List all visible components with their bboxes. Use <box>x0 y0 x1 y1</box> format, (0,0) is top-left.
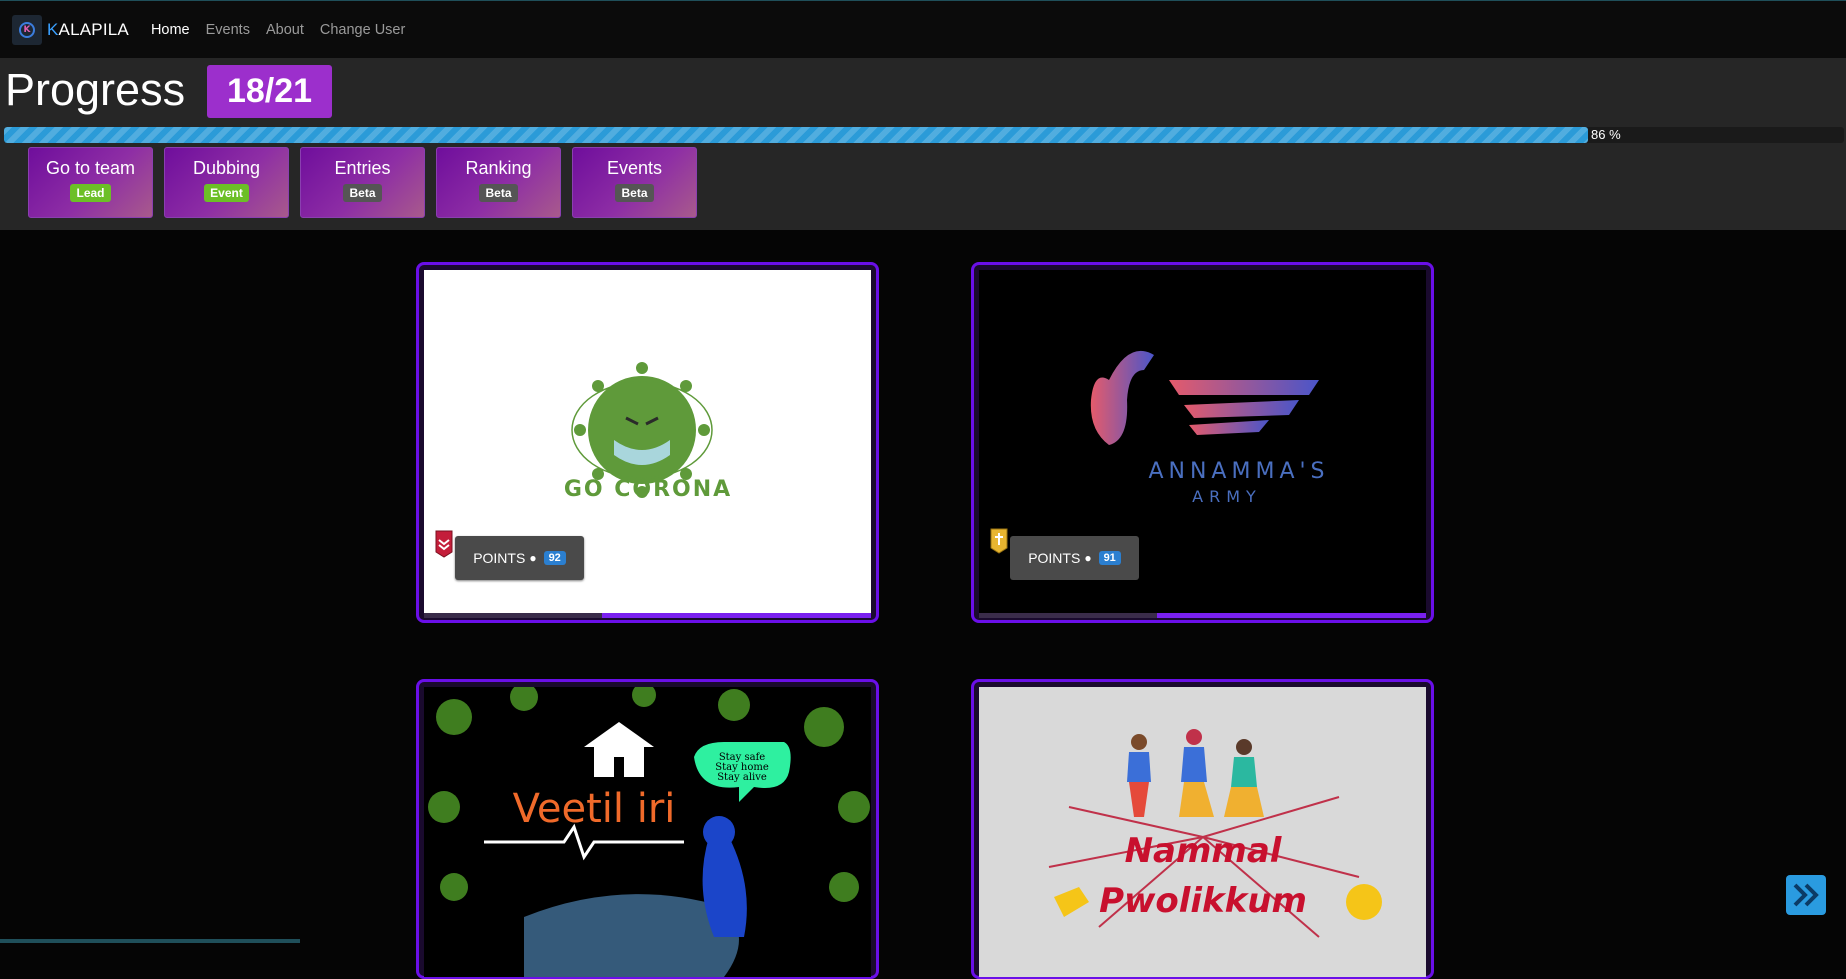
team-card-go-corona[interactable]: GO CORONA POINTS ● 92 <box>416 262 879 623</box>
tab-dubbing[interactable]: Dubbing Event <box>164 147 289 218</box>
tab-label: Go to team <box>45 158 136 178</box>
svg-text:ANNAMMA'S: ANNAMMA'S <box>1148 459 1329 484</box>
team-logo-image: Stay safe Stay home Stay alive Veetil ir… <box>424 687 871 977</box>
next-arrow-button[interactable] <box>1786 875 1826 915</box>
bottom-scroll-indicator <box>0 939 300 943</box>
brand-logo-icon: K <box>12 14 42 45</box>
progress-bar <box>4 127 1844 143</box>
nav-link-change-user[interactable]: Change User <box>320 22 405 38</box>
svg-text:Veetil iri: Veetil iri <box>513 786 676 832</box>
tab-ranking[interactable]: Ranking Beta <box>436 147 561 218</box>
award-icon: ● <box>1084 551 1092 565</box>
progress-count-badge: 18/21 <box>207 65 332 118</box>
tab-badge: Beta <box>615 184 654 202</box>
tab-events[interactable]: Events Beta <box>572 147 697 218</box>
svg-text:ARMY: ARMY <box>1192 487 1262 506</box>
chevron-rank-icon <box>435 530 453 558</box>
progress-title: Progress <box>5 64 186 115</box>
party-emoji-icon <box>1346 884 1382 920</box>
svg-text:Stay alive: Stay alive <box>717 772 767 783</box>
tab-label: Dubbing <box>192 158 261 178</box>
gold-rank-icon <box>990 528 1008 554</box>
award-icon: ● <box>529 551 537 565</box>
svg-text:GO CORONA: GO CORONA <box>564 477 732 502</box>
svg-text:Pwolikkum: Pwolikkum <box>1099 881 1307 921</box>
team-logo-image: ANNAMMA'S ARMY POINTS ● 91 <box>979 270 1426 615</box>
tab-badge: Lead <box>70 184 111 202</box>
tab-badge: Beta <box>479 184 518 202</box>
virus-border-logo-icon: Stay safe Stay home Stay alive Veetil ir… <box>428 687 870 977</box>
points-value: 92 <box>543 551 566 565</box>
points-display: POINTS ● 92 <box>455 536 584 580</box>
nav-link-about[interactable]: About <box>266 22 304 38</box>
nav-link-home[interactable]: Home <box>151 22 190 38</box>
points-label: POINTS <box>1028 550 1081 566</box>
card-underline <box>424 613 871 618</box>
action-tabs: Go to team Lead Dubbing Event Entries Be… <box>28 147 697 218</box>
nav-links: Home Events About Change User <box>151 22 405 38</box>
team-logo-image: GO CORONA POINTS ● 92 <box>424 270 871 615</box>
nav-link-events[interactable]: Events <box>206 22 250 38</box>
pointing-hand-icon <box>1054 887 1089 917</box>
brand-name: KALAPILA <box>47 19 129 39</box>
card-underline <box>979 613 1426 618</box>
team-card-nammal-pwolikkum[interactable]: Nammal Pwolikkum <box>971 679 1434 979</box>
tab-badge: Event <box>204 184 249 202</box>
double-chevron-right-icon <box>1793 883 1819 907</box>
tab-badge: Beta <box>343 184 382 202</box>
navbar: K KALAPILA Home Events About Change User <box>0 0 1846 58</box>
tab-entries[interactable]: Entries Beta <box>300 147 425 218</box>
svg-text:Nammal: Nammal <box>1125 831 1283 871</box>
team-card-annammas-army[interactable]: ANNAMMA'S ARMY POINTS ● 91 <box>971 262 1434 623</box>
progress-panel: Progress 18/21 86 % Go to team Lead Dubb… <box>0 58 1846 230</box>
tab-label: Ranking <box>465 158 532 178</box>
points-display: POINTS ● 91 <box>1010 536 1139 580</box>
progress-bar-fill <box>4 127 1588 143</box>
tab-label: Events <box>606 158 663 178</box>
tab-go-to-team[interactable]: Go to team Lead <box>28 147 153 218</box>
tab-label: Entries <box>334 158 391 178</box>
team-logo-image: Nammal Pwolikkum <box>979 687 1426 977</box>
progress-percent-label: 86 % <box>1591 127 1621 142</box>
team-card-veetil-iri[interactable]: Stay safe Stay home Stay alive Veetil ir… <box>416 679 879 979</box>
points-value: 91 <box>1098 551 1121 565</box>
brand[interactable]: K KALAPILA <box>12 14 129 45</box>
dancers-logo-icon: Nammal Pwolikkum <box>1048 729 1382 938</box>
points-label: POINTS <box>473 550 526 566</box>
